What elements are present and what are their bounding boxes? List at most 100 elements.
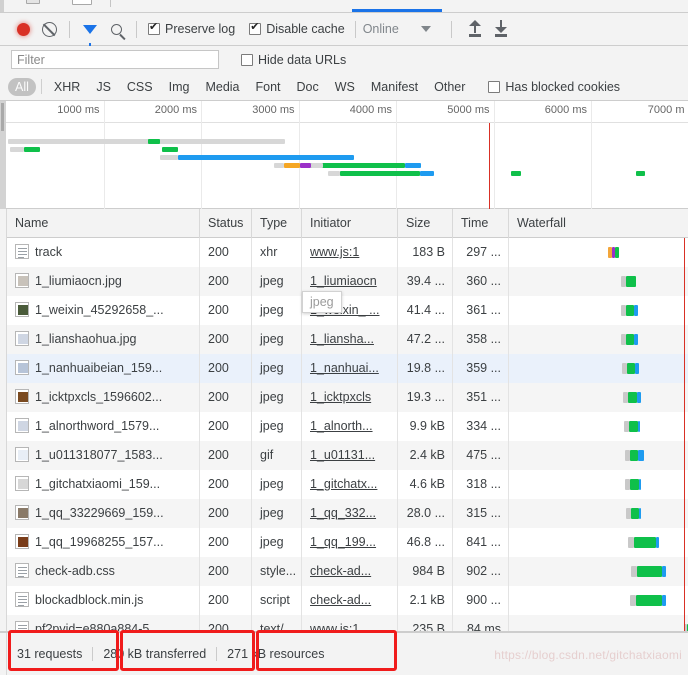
cell-initiator[interactable]: 1_icktpxcls [302, 383, 398, 412]
cell-size: 984 B [398, 557, 453, 586]
type-filter-ws[interactable]: WS [328, 78, 362, 96]
column-header-waterfall[interactable]: Waterfall [509, 209, 688, 238]
cell-status: 200 [200, 441, 252, 470]
cell-name[interactable]: 1_liumiaocn.jpg [7, 267, 200, 296]
cell-status: 200 [200, 499, 252, 528]
type-filter-css[interactable]: CSS [120, 78, 160, 96]
search-icon[interactable] [103, 16, 129, 42]
table-row[interactable]: pf?pvid=e880a884-5... 200 text/... www.js:1… [7, 615, 688, 632]
overview-bar-segment [8, 139, 285, 144]
column-header-size[interactable]: Size [398, 209, 453, 238]
cell-initiator[interactable]: 1_u01131... [302, 441, 398, 470]
filter-icon[interactable] [77, 16, 103, 48]
cell-initiator[interactable]: check-ad... [302, 586, 398, 615]
import-har-icon[interactable] [465, 19, 485, 39]
cell-initiator[interactable]: 1_qq_332... [302, 499, 398, 528]
table-row[interactable]: check-adb.css 200 style... check-ad... 984 B… [7, 557, 688, 586]
table-row[interactable]: 1_lianshaohua.jpg 200 jpeg 1_liansha... 47.2… [7, 325, 688, 354]
cell-initiator[interactable]: www.js:1 [302, 238, 398, 267]
table-row[interactable]: 1_liumiaocn.jpg 200 jpeg 1_liumiaocn 39.4 ..… [7, 267, 688, 296]
device-toolbar-icon[interactable] [72, 0, 92, 5]
cell-initiator[interactable]: 1_nanhuai... [302, 354, 398, 383]
cell-name[interactable]: 1_nanhuaibeian_159... [7, 354, 200, 383]
cell-name[interactable]: 1_alnorthword_1579... [7, 412, 200, 441]
cell-waterfall [509, 296, 688, 325]
cell-initiator[interactable]: check-ad... [302, 557, 398, 586]
resources-size: 271 kB resources [227, 647, 325, 661]
cell-name[interactable]: pf?pvid=e880a884-5... [7, 615, 200, 632]
table-row[interactable]: 1_icktpxcls_1596602... 200 jpeg 1_icktpxcls… [7, 383, 688, 412]
cell-size: 39.4 ... [398, 267, 453, 296]
cell-name[interactable]: 1_weixin_45292658_... [7, 296, 200, 325]
cell-initiator[interactable]: 1_alnorth... [302, 412, 398, 441]
cell-name[interactable]: track [7, 238, 200, 267]
cell-size: 19.8 ... [398, 354, 453, 383]
chevron-down-icon[interactable] [420, 26, 431, 32]
type-filter-manifest[interactable]: Manifest [364, 78, 425, 96]
has-blocked-cookies-checkbox[interactable]: Has blocked cookies [488, 80, 620, 94]
cell-type: jpeg [252, 528, 302, 557]
table-row[interactable]: blockadblock.min.js 200 script check-ad... 2… [7, 586, 688, 615]
hide-data-urls-checkbox[interactable]: Hide data URLs [241, 53, 346, 67]
table-row[interactable]: 1_alnorthword_1579... 200 jpeg 1_alnorth...… [7, 412, 688, 441]
column-header-initiator[interactable]: Initiator [302, 209, 398, 238]
column-header-time[interactable]: Time [453, 209, 509, 238]
waterfall-dcl-marker [684, 499, 685, 528]
cell-initiator[interactable]: 1_gitchatx... [302, 470, 398, 499]
record-button[interactable] [10, 16, 36, 42]
cell-waterfall [509, 586, 688, 615]
filter-input[interactable] [11, 50, 219, 69]
cell-name[interactable]: 1_u011318077_1583... [7, 441, 200, 470]
cell-name[interactable]: blockadblock.min.js [7, 586, 200, 615]
cell-name[interactable]: 1_gitchatxiaomi_159... [7, 470, 200, 499]
waterfall-dcl-marker [684, 441, 685, 470]
image-icon [15, 273, 29, 288]
overview-bar-segment [284, 163, 300, 168]
preserve-log-checkbox[interactable]: Preserve log [148, 21, 235, 36]
type-filter-all[interactable]: All [8, 77, 36, 96]
waterfall-segment [634, 537, 656, 548]
type-filter-doc[interactable]: Doc [290, 78, 326, 96]
table-row[interactable]: 1_weixin_45292658_... 200 jpeg 1_weixin_ ..… [7, 296, 688, 325]
type-filter-img[interactable]: Img [162, 78, 197, 96]
table-row[interactable]: track 200 xhr www.js:1 183 B 297 ... [7, 238, 688, 267]
column-header-status[interactable]: Status [200, 209, 252, 238]
cell-name[interactable]: 1_lianshaohua.jpg [7, 325, 200, 354]
throttling-value[interactable]: Online [363, 22, 399, 36]
cell-name[interactable]: check-adb.css [7, 557, 200, 586]
cell-initiator[interactable]: www.js:1 [302, 615, 398, 632]
table-row[interactable]: 1_qq_19968255_157... 200 jpeg 1_qq_199... 46… [7, 528, 688, 557]
type-filter-media[interactable]: Media [198, 78, 246, 96]
inspect-icon[interactable] [26, 0, 40, 4]
cell-name[interactable]: 1_icktpxcls_1596602... [7, 383, 200, 412]
export-har-icon[interactable] [491, 19, 511, 39]
cell-initiator[interactable]: 1_qq_199... [302, 528, 398, 557]
table-row[interactable]: 1_gitchatxiaomi_159... 200 jpeg 1_gitchatx.… [7, 470, 688, 499]
type-filter-font[interactable]: Font [249, 78, 288, 96]
cell-name[interactable]: 1_qq_19968255_157... [7, 528, 200, 557]
overview-tick-label: 2000 ms [154, 104, 197, 116]
column-header-type[interactable]: Type [252, 209, 302, 238]
table-row[interactable]: 1_u011318077_1583... 200 gif 1_u01131... 2.4… [7, 441, 688, 470]
table-row[interactable]: 1_qq_33229669_159... 200 jpeg 1_qq_332... 28… [7, 499, 688, 528]
type-filter-js[interactable]: JS [89, 78, 118, 96]
clear-button[interactable] [36, 16, 62, 42]
waterfall-dcl-marker [684, 238, 685, 267]
disable-cache-checkbox[interactable]: Disable cache [249, 21, 345, 36]
table-row[interactable]: 1_nanhuaibeian_159... 200 jpeg 1_nanhuai...… [7, 354, 688, 383]
type-filter-xhr[interactable]: XHR [47, 78, 87, 96]
cell-time: 475 ... [453, 441, 509, 470]
checkbox-icon [148, 21, 160, 35]
waterfall-segment [629, 421, 638, 432]
network-overview[interactable]: 1000 ms 2000 ms 3000 ms 4000 ms 5000 ms 6000 … [0, 101, 688, 209]
overview-bar-segment [511, 171, 521, 176]
column-header-name[interactable]: Name [7, 209, 200, 238]
cell-initiator[interactable]: 1_liansha... [302, 325, 398, 354]
cell-name[interactable]: 1_qq_33229669_159... [7, 499, 200, 528]
waterfall-segment [656, 537, 659, 548]
cell-time: 315 ... [453, 499, 509, 528]
type-filter-other[interactable]: Other [427, 78, 472, 96]
waterfall-dcl-marker [684, 470, 685, 499]
file-name-text: 1_qq_33229669_159... [35, 506, 164, 521]
cell-type: style... [252, 557, 302, 586]
